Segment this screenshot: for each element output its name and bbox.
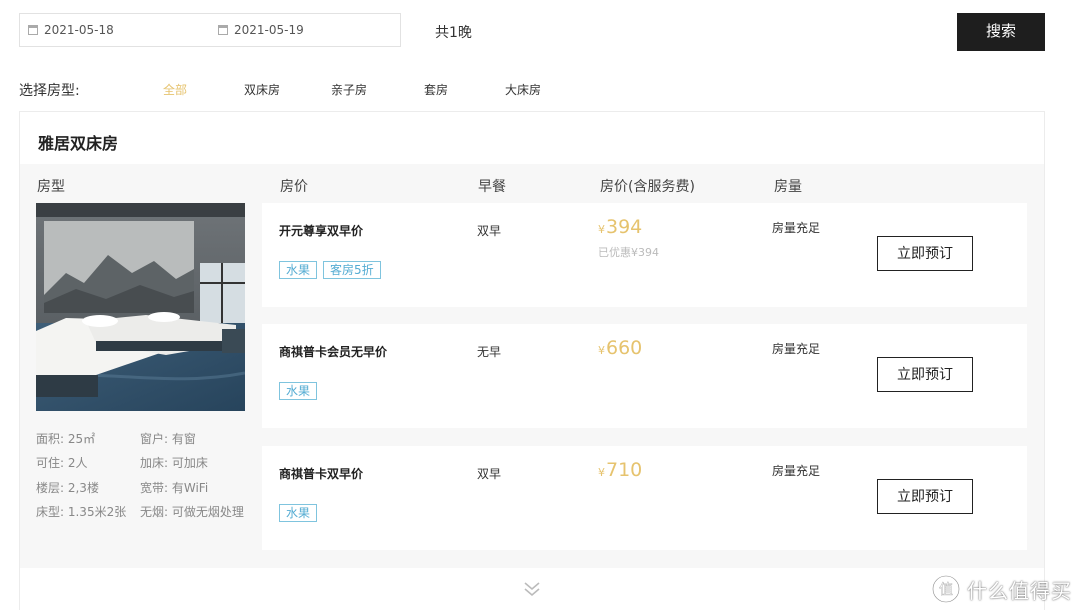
rate-tags: 水果 客房5折 bbox=[279, 259, 387, 279]
watermark: 值 什么值得买 bbox=[931, 572, 1072, 606]
rate-name: 商祺普卡会员无早价 bbox=[279, 345, 388, 359]
price-value: 394 bbox=[606, 216, 643, 238]
rate-price: ¥394 bbox=[598, 216, 642, 238]
column-header-room-type: 房型 bbox=[37, 179, 65, 195]
rate-name: 商祺普卡双早价 bbox=[279, 467, 364, 481]
checkout-date: 2021-05-19 bbox=[234, 23, 304, 37]
rate-tag: 水果 bbox=[279, 261, 318, 279]
rate-discount: 已优惠¥394 bbox=[598, 246, 659, 259]
calendar-icon bbox=[28, 25, 38, 35]
currency-symbol: ¥ bbox=[598, 466, 605, 479]
room-bed-type: 床型: 1.35米2张 bbox=[36, 505, 127, 519]
filter-tab-suite[interactable]: 套房 bbox=[424, 81, 448, 98]
double-chevron-down-icon[interactable] bbox=[520, 577, 544, 601]
calendar-icon bbox=[218, 25, 228, 35]
watermark-logo-icon: 值 bbox=[932, 575, 960, 603]
rate-name: 开元尊享双早价 bbox=[279, 224, 364, 238]
rate-price: ¥660 bbox=[598, 337, 642, 359]
book-now-button[interactable]: 立即预订 bbox=[877, 236, 973, 271]
column-header-price: 房价(含服务费) bbox=[600, 179, 695, 195]
price-value: 660 bbox=[606, 337, 643, 359]
nights-count: 共1晚 bbox=[435, 25, 472, 41]
filter-tab-twin[interactable]: 双床房 bbox=[244, 81, 280, 98]
room-title: 雅居双床房 bbox=[38, 134, 119, 153]
room-floor: 楼层: 2,3楼 bbox=[36, 481, 99, 495]
rate-row: 商祺普卡会员无早价 水果 无早 ¥660 房量充足 立即预订 bbox=[262, 324, 1027, 428]
rate-breakfast: 双早 bbox=[477, 224, 502, 238]
rate-price: ¥710 bbox=[598, 459, 642, 481]
room-card: 雅居双床房 房型 房价 早餐 房价(含服务费) 房量 面积: 25㎡ 窗户: 有… bbox=[19, 111, 1045, 610]
rate-tags: 水果 bbox=[279, 380, 323, 400]
currency-symbol: ¥ bbox=[598, 223, 605, 236]
rate-availability: 房量充足 bbox=[772, 464, 821, 478]
search-button[interactable]: 搜索 bbox=[957, 13, 1045, 51]
filter-tab-family[interactable]: 亲子房 bbox=[331, 81, 367, 98]
rate-tags: 水果 bbox=[279, 502, 323, 522]
rate-row: 商祺普卡双早价 水果 双早 ¥710 房量充足 立即预订 bbox=[262, 446, 1027, 550]
column-header-breakfast: 早餐 bbox=[478, 179, 506, 195]
rate-tag: 水果 bbox=[279, 504, 318, 522]
room-broadband: 宽带: 有WiFi bbox=[140, 481, 209, 495]
room-extra-bed: 加床: 可加床 bbox=[140, 456, 208, 470]
book-now-button[interactable]: 立即预订 bbox=[877, 479, 973, 514]
room-non-smoking: 无烟: 可做无烟处理 bbox=[140, 505, 244, 519]
rate-tag: 客房5折 bbox=[323, 261, 381, 279]
filter-tab-king[interactable]: 大床房 bbox=[505, 81, 541, 98]
room-area: 面积: 25㎡ bbox=[36, 432, 96, 446]
filter-tab-all[interactable]: 全部 bbox=[163, 81, 187, 98]
checkin-date: 2021-05-18 bbox=[44, 23, 114, 37]
book-now-button[interactable]: 立即预订 bbox=[877, 357, 973, 392]
rate-breakfast: 双早 bbox=[477, 467, 502, 481]
rate-availability: 房量充足 bbox=[772, 221, 821, 235]
rate-breakfast: 无早 bbox=[477, 345, 502, 359]
currency-symbol: ¥ bbox=[598, 344, 605, 357]
room-window: 窗户: 有窗 bbox=[140, 432, 196, 446]
room-type-filter-label: 选择房型: bbox=[19, 83, 80, 99]
room-occupancy: 可住: 2人 bbox=[36, 456, 88, 470]
date-range-picker[interactable]: 2021-05-18 2021-05-19 bbox=[19, 13, 401, 47]
column-header-rate: 房价 bbox=[280, 179, 308, 195]
room-rates-panel: 房型 房价 早餐 房价(含服务费) 房量 面积: 25㎡ 窗户: 有窗 可住: … bbox=[20, 164, 1044, 568]
rate-tag: 水果 bbox=[279, 382, 318, 400]
column-header-availability: 房量 bbox=[774, 179, 802, 195]
checkin-date-field[interactable]: 2021-05-18 bbox=[28, 14, 114, 46]
room-photo[interactable] bbox=[36, 203, 245, 411]
rate-availability: 房量充足 bbox=[772, 342, 821, 356]
watermark-logo-char: 值 bbox=[939, 582, 953, 598]
checkout-date-field[interactable]: 2021-05-19 bbox=[218, 14, 304, 46]
price-value: 710 bbox=[606, 459, 643, 481]
watermark-text: 什么值得买 bbox=[967, 578, 1072, 603]
rate-row: 开元尊享双早价 水果 客房5折 双早 ¥394 已优惠¥394 房量充足 立即预订 bbox=[262, 203, 1027, 307]
